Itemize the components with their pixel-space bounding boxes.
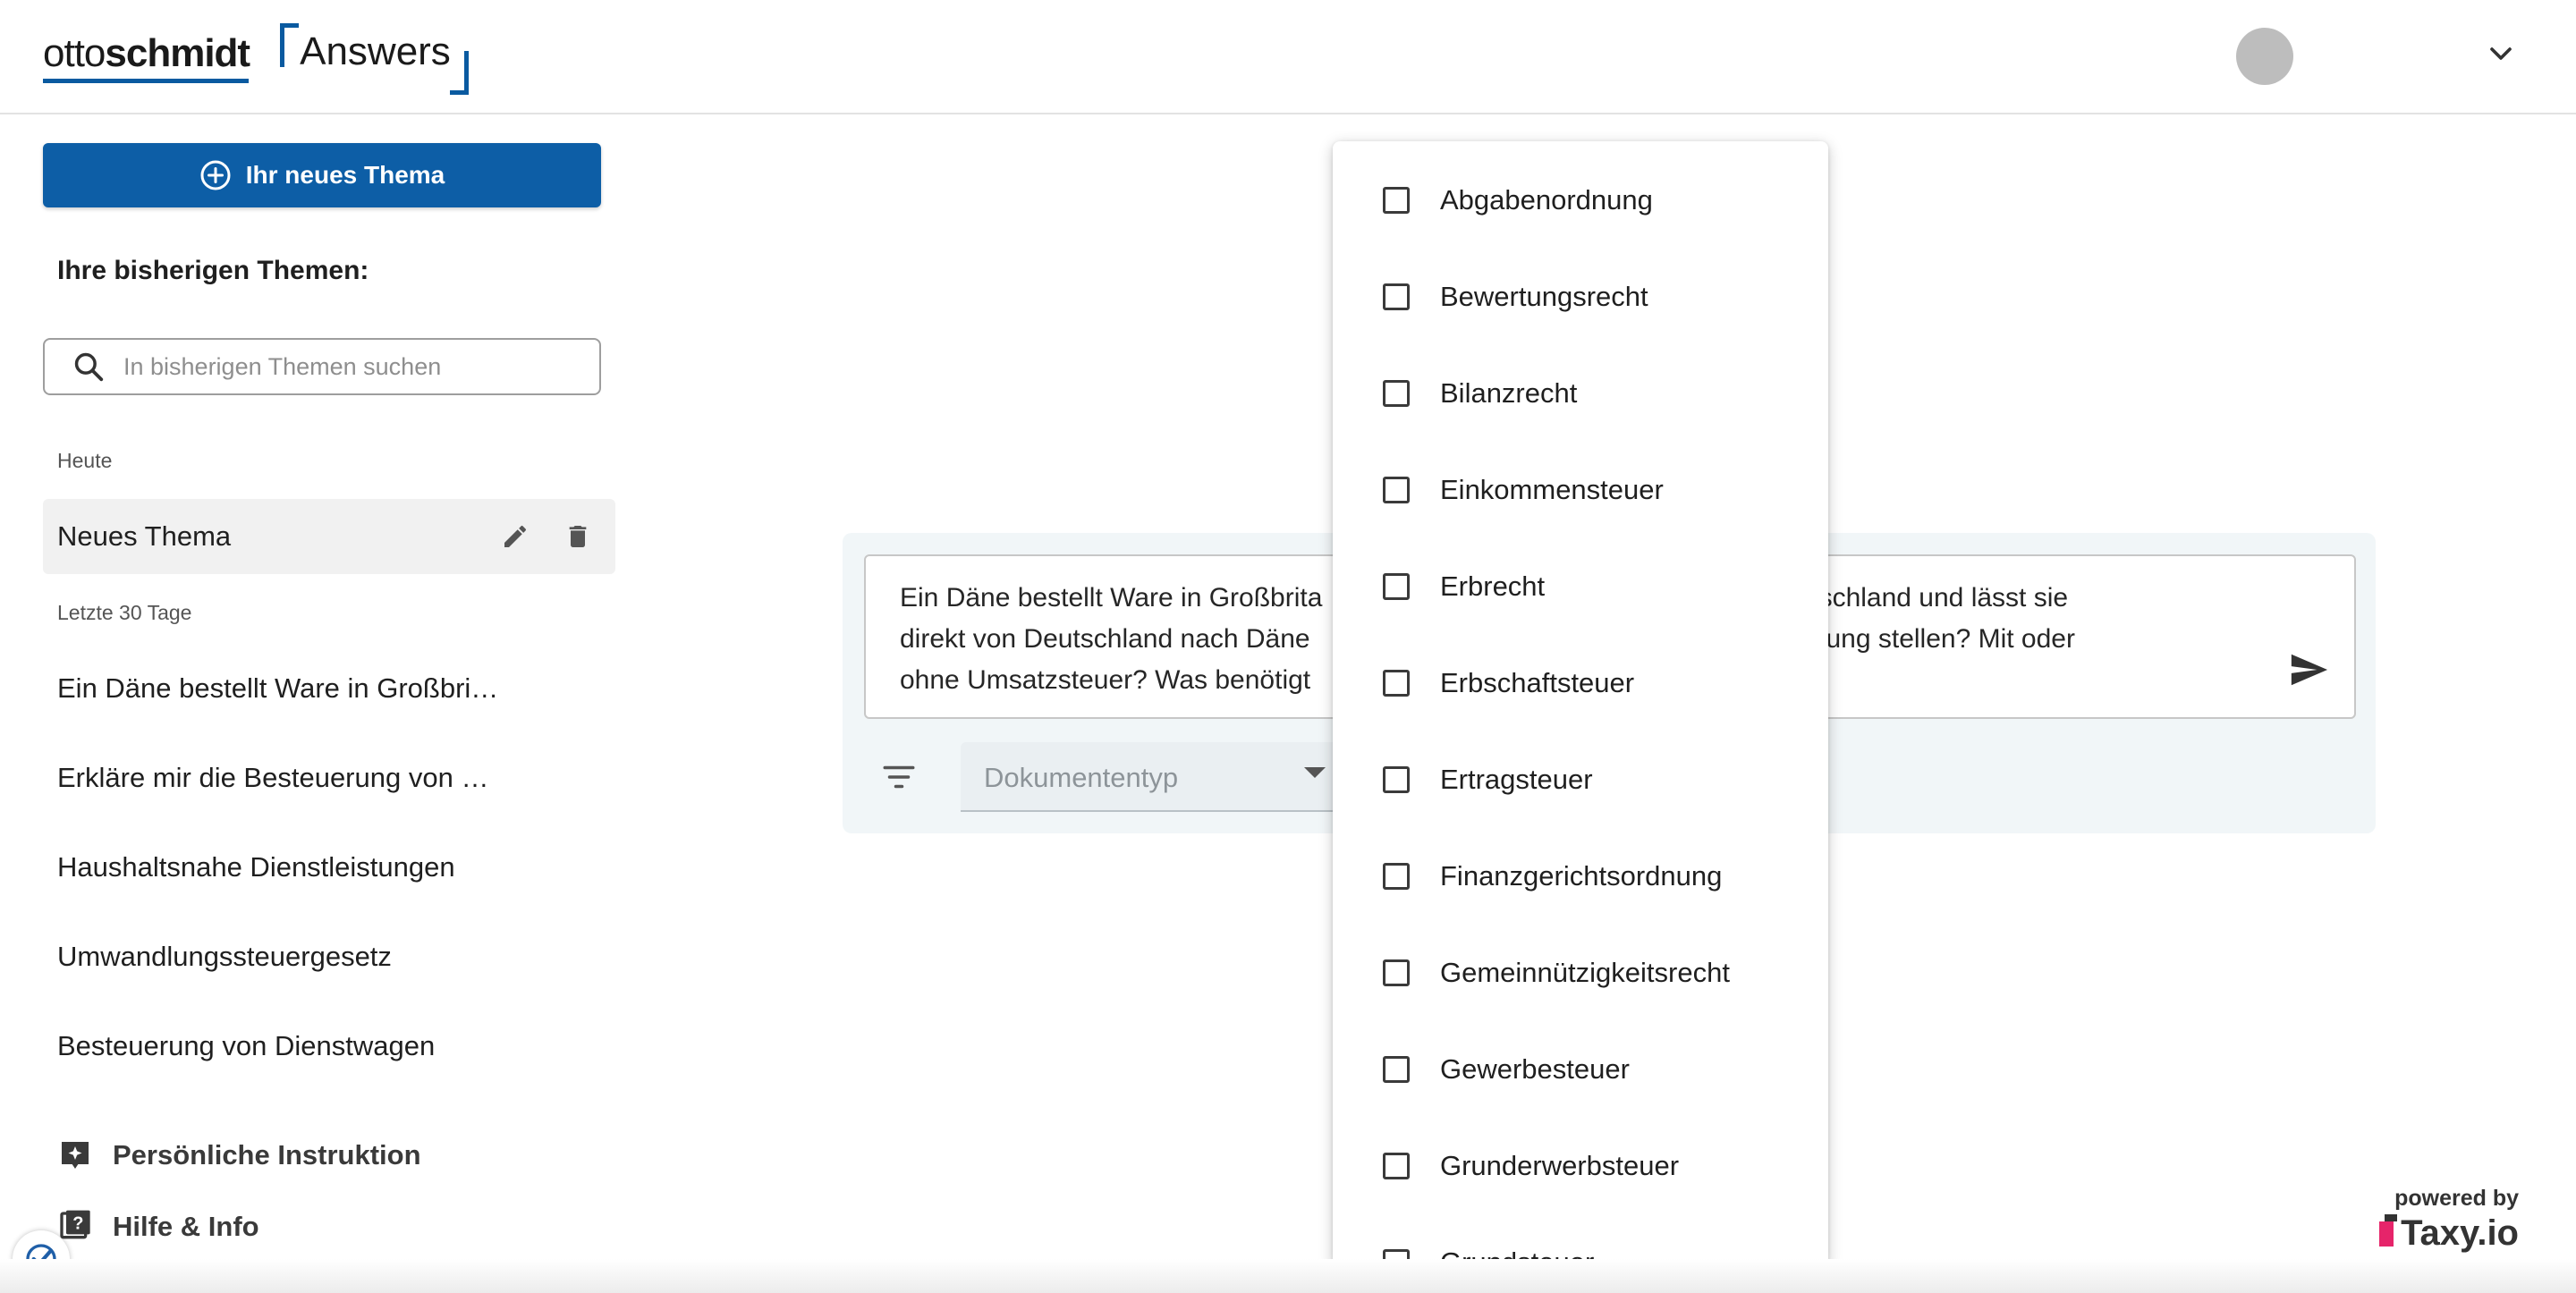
topic-item[interactable]: Ein Däne bestellt Ware in Großbri… (57, 672, 498, 705)
dropdown-option[interactable]: Gewerbesteuer (1333, 1021, 1828, 1118)
checkbox[interactable] (1383, 573, 1410, 600)
personal-instruction-link[interactable]: Persönliche Instruktion (57, 1137, 421, 1173)
dropdown-option[interactable]: Bilanzrecht (1333, 345, 1828, 442)
option-label: Gemeinnützigkeitsrecht (1440, 957, 1730, 988)
logo-bracket-right (449, 51, 469, 95)
topic-item-label: Neues Thema (57, 520, 232, 552)
sparkle-note-icon (62, 1142, 89, 1169)
group-label-last30: Letzte 30 Tage (57, 601, 192, 624)
avatar[interactable] (2236, 28, 2293, 85)
topic-item[interactable]: Haushaltsnahe Dienstleistungen (57, 851, 455, 883)
checkbox[interactable] (1383, 1153, 1410, 1179)
topic-item[interactable]: Umwandlungssteuergesetz (57, 941, 392, 973)
personal-instruction-label: Persönliche Instruktion (113, 1139, 421, 1170)
option-label: Bilanzrecht (1440, 377, 1578, 409)
dropdown-arrow-icon (1304, 767, 1326, 778)
checkbox[interactable] (1383, 477, 1410, 503)
topic-item[interactable]: Erkläre mir die Besteuerung von … (57, 762, 488, 794)
checkbox[interactable] (1383, 863, 1410, 890)
send-icon[interactable] (2288, 649, 2329, 690)
document-type-select[interactable]: Dokumententyp (961, 742, 1354, 812)
option-label: Grunderwerbsteuer (1440, 1150, 1680, 1181)
logo-wordmark: ottoschmidt (43, 31, 250, 75)
topic-search-box[interactable] (43, 338, 601, 395)
trash-icon[interactable] (564, 522, 592, 551)
edit-icon[interactable] (501, 522, 530, 551)
option-label: Erbschaftsteuer (1440, 667, 1635, 698)
dropdown-option[interactable]: Gemeinnützigkeitsrecht (1333, 925, 1828, 1021)
checkbox[interactable] (1383, 1056, 1410, 1083)
checkbox[interactable] (1383, 670, 1410, 697)
add-circle-icon (200, 160, 231, 190)
powered-by-taxy[interactable]: powered by Taxy.io (2379, 1186, 2519, 1254)
new-topic-label: Ihr neues Thema (245, 161, 445, 189)
filter-icon[interactable] (880, 758, 918, 796)
option-label: Ertragsteuer (1440, 764, 1593, 795)
svg-text:?: ? (72, 1214, 83, 1234)
top-bar: ottoschmidt Answers (0, 0, 2576, 114)
document-type-placeholder: Dokumententyp (984, 762, 1179, 793)
help-info-label: Hilfe & Info (113, 1211, 259, 1242)
previous-topics-heading: Ihre bisherigen Themen: (57, 256, 369, 285)
search-icon (74, 352, 104, 382)
dropdown-option[interactable]: Bewertungsrecht (1333, 249, 1828, 345)
chevron-down-icon[interactable] (2483, 36, 2519, 72)
logo-answers-text: Answers (300, 30, 451, 73)
option-label: Einkommensteuer (1440, 474, 1664, 505)
checkbox[interactable] (1383, 766, 1410, 793)
help-info-link[interactable]: ? Hilfe & Info (57, 1209, 259, 1245)
topic-item[interactable]: Besteuerung von Dienstwagen (57, 1030, 435, 1062)
dropdown-option[interactable]: Erbrecht (1333, 538, 1828, 635)
option-label: Finanzgerichtsordnung (1440, 860, 1723, 892)
taxy-brand-name: Taxy.io (2401, 1213, 2519, 1253)
group-label-today: Heute (57, 449, 113, 472)
option-label: Bewertungsrecht (1440, 281, 1648, 312)
new-topic-button[interactable]: Ihr neues Thema (43, 143, 601, 207)
taxy-logo: Taxy.io (2379, 1213, 2519, 1254)
bottom-fade (0, 1259, 2576, 1293)
option-label: Gewerbesteuer (1440, 1053, 1630, 1085)
dropdown-option[interactable]: Ertragsteuer (1333, 731, 1828, 828)
dropdown-option[interactable]: Abgabenordnung (1333, 152, 1828, 249)
dropdown-option[interactable]: Erbschaftsteuer (1333, 635, 1828, 731)
logo-answers: Answers (280, 23, 469, 95)
taxy-mark-icon (2379, 1213, 2398, 1247)
option-label: Abgabenordnung (1440, 184, 1653, 216)
law-area-dropdown: Abgabenordnung Bewertungsrecht Bilanzrec… (1333, 141, 1828, 1266)
checkbox[interactable] (1383, 959, 1410, 986)
checkbox[interactable] (1383, 283, 1410, 310)
dropdown-option[interactable]: Grunderwerbsteuer (1333, 1118, 1828, 1214)
dropdown-option[interactable]: Einkommensteuer (1333, 442, 1828, 538)
ottoschmidt-answers-logo[interactable]: ottoschmidt Answers (43, 23, 469, 95)
topic-item-active[interactable]: Neues Thema (43, 499, 615, 574)
logo-bracket-left (280, 23, 300, 67)
topic-search-input[interactable] (122, 351, 572, 382)
sidebar: Ihr neues Thema Ihre bisherigen Themen: … (0, 114, 626, 1293)
dropdown-option[interactable]: Finanzgerichtsordnung (1333, 828, 1828, 925)
option-label: Erbrecht (1440, 570, 1546, 602)
checkbox[interactable] (1383, 380, 1410, 407)
checkbox[interactable] (1383, 187, 1410, 214)
powered-by-label: powered by (2394, 1186, 2519, 1211)
logo-underline (43, 79, 249, 83)
